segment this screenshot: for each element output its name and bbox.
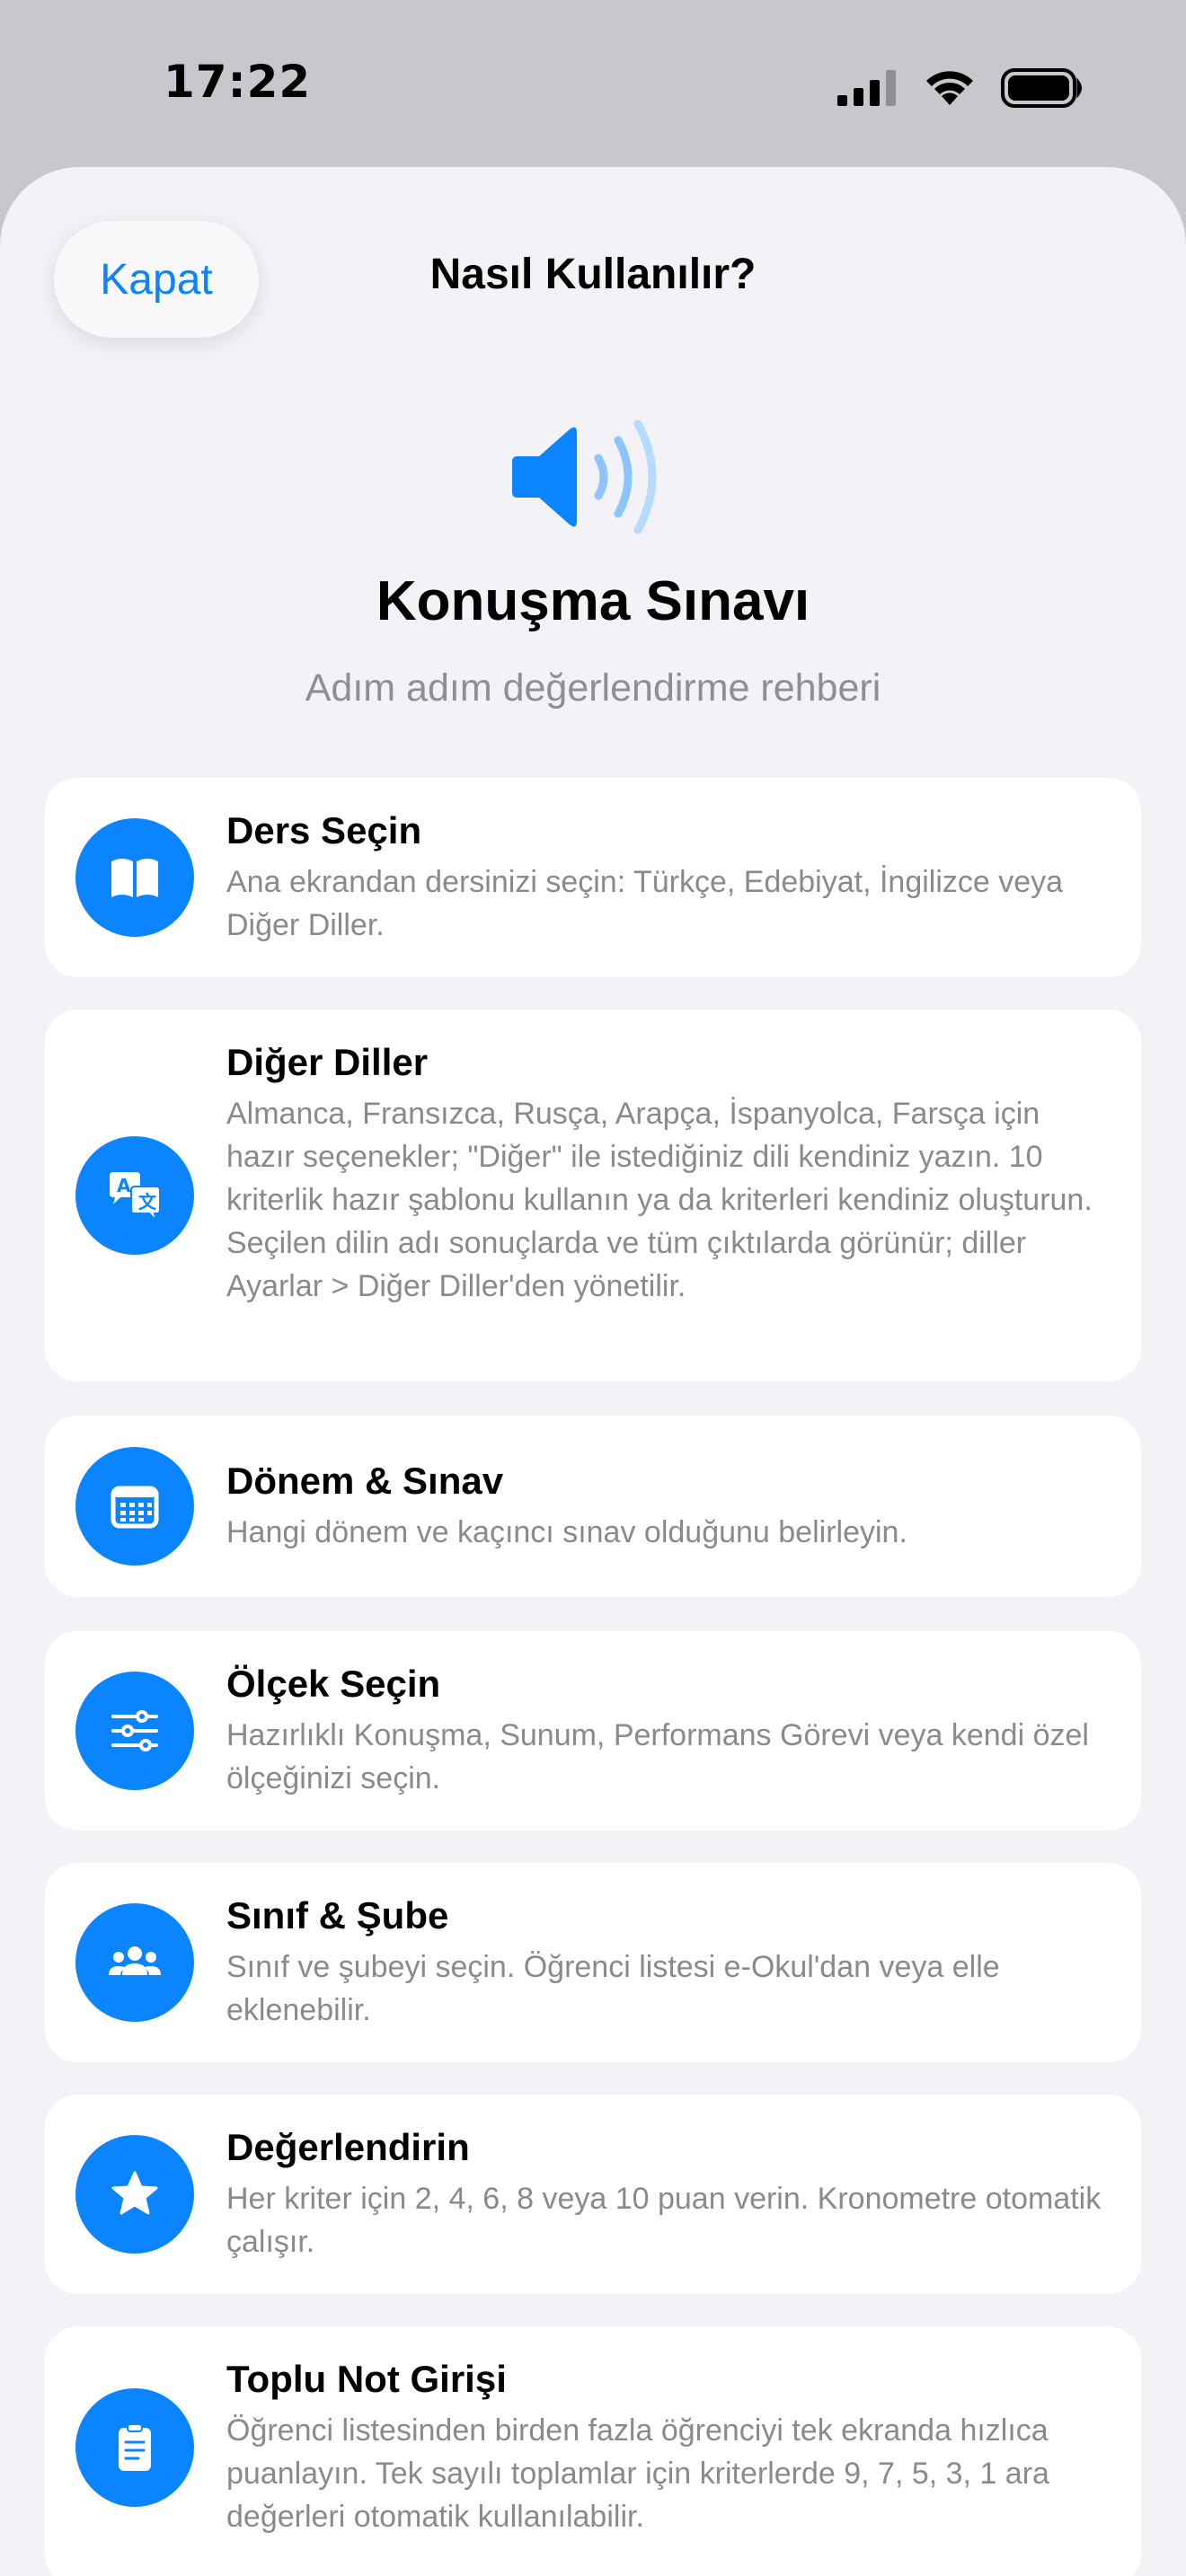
signal-icon bbox=[837, 70, 896, 106]
step-description: Almanca, Fransızca, Rusça, Arapça, İspan… bbox=[226, 1097, 1093, 1303]
step-card-sinif-sube: Sınıf & Şube Sınıf ve şubeyi seçin. Öğre… bbox=[45, 1863, 1141, 2062]
sliders-icon bbox=[75, 1672, 194, 1790]
wifi-icon bbox=[926, 71, 973, 105]
help-sheet: Kapat Nasıl Kullanılır? Konuşma Sınavı A… bbox=[0, 167, 1186, 2576]
step-card-degerlendirin: Değerlendirin Her kriter için 2, 4, 6, 8… bbox=[45, 2095, 1141, 2294]
clipboard-icon bbox=[75, 2388, 194, 2507]
speaker-wave-icon bbox=[512, 419, 657, 534]
step-description: Hazırlıklı Konuşma, Sunum, Performans Gö… bbox=[226, 1718, 1089, 1795]
people-icon bbox=[75, 1903, 194, 2022]
svg-text:A: A bbox=[117, 1175, 131, 1196]
battery-icon bbox=[1001, 68, 1082, 108]
hero-subtitle: Adım adım değerlendirme rehberi bbox=[305, 666, 881, 710]
step-title: Ders Seçin bbox=[226, 809, 422, 851]
step-title: Değerlendirin bbox=[226, 2126, 470, 2168]
step-title: Diğer Diller bbox=[226, 1041, 429, 1083]
step-title: Sınıf & Şube bbox=[226, 1894, 449, 1936]
step-title: Dönem & Sınav bbox=[226, 1460, 504, 1502]
step-description: Her kriter için 2, 4, 6, 8 veya 10 puan … bbox=[226, 2182, 1102, 2259]
step-card-ders-secin: Ders Seçin Ana ekrandan dersinizi seçin:… bbox=[45, 778, 1141, 977]
translate-icon: A 文 bbox=[75, 1136, 194, 1255]
step-title: Toplu Not Girişi bbox=[226, 2358, 507, 2400]
star-icon bbox=[75, 2135, 194, 2254]
step-card-diger-diller: A 文 Diğer Diller Almanca, Fransızca, Rus… bbox=[45, 1010, 1141, 1381]
calendar-icon bbox=[75, 1447, 194, 1566]
nav-title: Nasıl Kullanılır? bbox=[429, 251, 757, 298]
step-title: Ölçek Seçin bbox=[226, 1663, 441, 1705]
step-description: Ana ekrandan dersinizi seçin: Türkçe, Ed… bbox=[226, 865, 1064, 942]
svg-text:文: 文 bbox=[138, 1191, 157, 1213]
status-icons bbox=[837, 65, 1084, 111]
status-bar: 17:22 bbox=[0, 0, 1186, 167]
status-time: 17:22 bbox=[164, 56, 312, 108]
step-description: Sınıf ve şubeyi seçin. Öğrenci listesi e… bbox=[226, 1950, 1000, 2027]
step-card-toplu-not-girisi: Toplu Not Girişi Öğrenci listesinden bir… bbox=[45, 2326, 1141, 2576]
step-description: Öğrenci listesinden birden fazla öğrenci… bbox=[226, 2413, 1049, 2534]
book-icon bbox=[75, 818, 194, 937]
step-description: Hangi dönem ve kaçıncı sınav olduğunu be… bbox=[226, 1515, 907, 1549]
hero-title: Konuşma Sınavı bbox=[376, 570, 810, 632]
step-card-donem-sinav: Dönem & Sınav Hangi dönem ve kaçıncı sın… bbox=[45, 1416, 1141, 1597]
step-card-olcek-secin: Ölçek Seçin Hazırlıklı Konuşma, Sunum, P… bbox=[45, 1631, 1141, 1831]
